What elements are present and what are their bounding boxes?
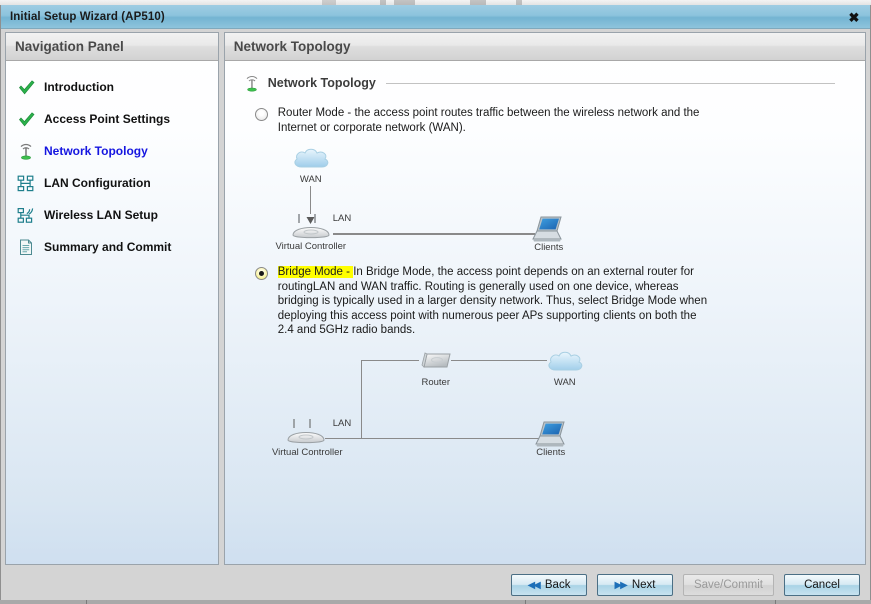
- router-mode-description: Router Mode - the access point routes tr…: [278, 106, 710, 135]
- bridge-mode-dash: -: [342, 266, 354, 278]
- node-label-wan: WAN: [299, 174, 322, 185]
- sidebar-item-lan-configuration[interactable]: LAN Configuration: [6, 167, 218, 199]
- sidebar-item-introduction[interactable]: Introduction: [6, 71, 218, 103]
- navigation-panel-title: Navigation Panel: [15, 39, 124, 54]
- window-title: Initial Setup Wizard (AP510): [10, 10, 165, 23]
- close-icon[interactable]: ✖: [846, 9, 862, 25]
- content-panel: Network Topology Network Topology Router…: [223, 32, 866, 565]
- wireless-nodes-icon: [16, 206, 36, 224]
- sidebar-item-wireless-lan-setup[interactable]: Wireless LAN Setup: [6, 199, 218, 231]
- double-right-arrow-icon: ▶▶: [614, 579, 627, 591]
- cancel-button[interactable]: Cancel: [784, 574, 860, 596]
- wire-lan-bus: [324, 437, 540, 439]
- section-header: Network Topology: [243, 74, 843, 92]
- navigation-panel-header: Navigation Panel: [6, 33, 218, 61]
- router-mode-topology-diagram: WAN Virtual Controller LAN Clients: [255, 143, 675, 255]
- bridge-mode-option[interactable]: Bridge Mode - In Bridge Mode, the access…: [254, 265, 865, 338]
- window-body: Navigation Panel Introduction Access Poi…: [1, 29, 870, 567]
- dialog-button-bar: ◀◀ Back ▶▶ Next Save/Commit Cancel: [1, 567, 870, 603]
- green-check-icon: [16, 110, 36, 128]
- wire-router-to-wan: [450, 359, 547, 361]
- node-label-virtual-controller: Virtual Controller: [271, 446, 343, 458]
- bridge-mode-radio[interactable]: [254, 267, 268, 280]
- desktop-bottom-strip: [0, 600, 871, 604]
- wire-branch-top: [360, 359, 419, 361]
- sidebar-item-label: Introduction: [44, 80, 114, 94]
- node-label-virtual-controller: Virtual Controller: [275, 241, 347, 252]
- antenna-icon: [16, 142, 36, 160]
- section-title: Network Topology: [267, 76, 376, 90]
- bridge-mode-topology-diagram: Router WAN Virtual Controller LAN Client…: [255, 348, 675, 473]
- sidebar-item-access-point-settings[interactable]: Access Point Settings: [6, 103, 218, 135]
- node-label-clients: Clients: [534, 242, 564, 253]
- bridge-mode-description: Bridge Mode - In Bridge Mode, the access…: [277, 265, 710, 338]
- wire-wan-to-controller: [309, 186, 312, 214]
- router-mode-radio[interactable]: [254, 108, 268, 121]
- access-point-icon: [280, 416, 332, 451]
- content-panel-header: Network Topology: [224, 33, 865, 61]
- section-divider: [385, 82, 835, 84]
- sidebar-item-label: Wireless LAN Setup: [44, 208, 158, 222]
- wire-lan: [332, 233, 535, 235]
- node-label-router: Router: [421, 376, 450, 388]
- sidebar-item-summary-and-commit[interactable]: Summary and Commit: [6, 231, 218, 263]
- cancel-button-label: Cancel: [804, 579, 840, 591]
- link-label-lan: LAN: [332, 213, 352, 224]
- sidebar-item-network-topology[interactable]: Network Topology: [6, 135, 218, 167]
- network-nodes-icon: [16, 174, 36, 192]
- router-mode-label: Router Mode: [277, 107, 345, 119]
- save-commit-button-label: Save/Commit: [693, 579, 763, 591]
- content-inner: Network Topology Router Mode - the acces…: [225, 74, 865, 578]
- sidebar-item-label: Access Point Settings: [44, 112, 171, 126]
- next-button[interactable]: ▶▶ Next: [596, 574, 673, 596]
- next-button-label: Next: [631, 579, 656, 591]
- window-titlebar: Initial Setup Wizard (AP510) ✖: [1, 5, 870, 29]
- sidebar-item-label: Network Topology: [44, 144, 148, 158]
- back-button-label: Back: [544, 579, 571, 591]
- router-mode-option[interactable]: Router Mode - the access point routes tr…: [254, 106, 865, 135]
- navigation-panel: Navigation Panel Introduction Access Poi…: [5, 32, 219, 565]
- navigation-list: Introduction Access Point Settings Netwo…: [6, 61, 218, 263]
- initial-setup-wizard-window: Initial Setup Wizard (AP510) ✖ Navigatio…: [0, 5, 871, 604]
- double-left-arrow-icon: ◀◀: [527, 579, 540, 591]
- back-button[interactable]: ◀◀ Back: [510, 574, 587, 596]
- node-label-clients: Clients: [536, 446, 566, 458]
- node-label-wan: WAN: [553, 376, 576, 388]
- antenna-icon: [243, 74, 261, 92]
- sidebar-item-label: Summary and Commit: [44, 240, 172, 254]
- router-mode-dash: -: [344, 107, 355, 119]
- bridge-mode-label: Bridge Mode: [277, 266, 343, 278]
- content-panel-title: Network Topology: [233, 39, 351, 54]
- link-label-lan: LAN: [332, 417, 352, 429]
- sidebar-item-label: LAN Configuration: [44, 176, 151, 190]
- document-icon: [16, 238, 36, 256]
- green-check-icon: [16, 78, 36, 96]
- save-commit-button: Save/Commit: [682, 574, 774, 596]
